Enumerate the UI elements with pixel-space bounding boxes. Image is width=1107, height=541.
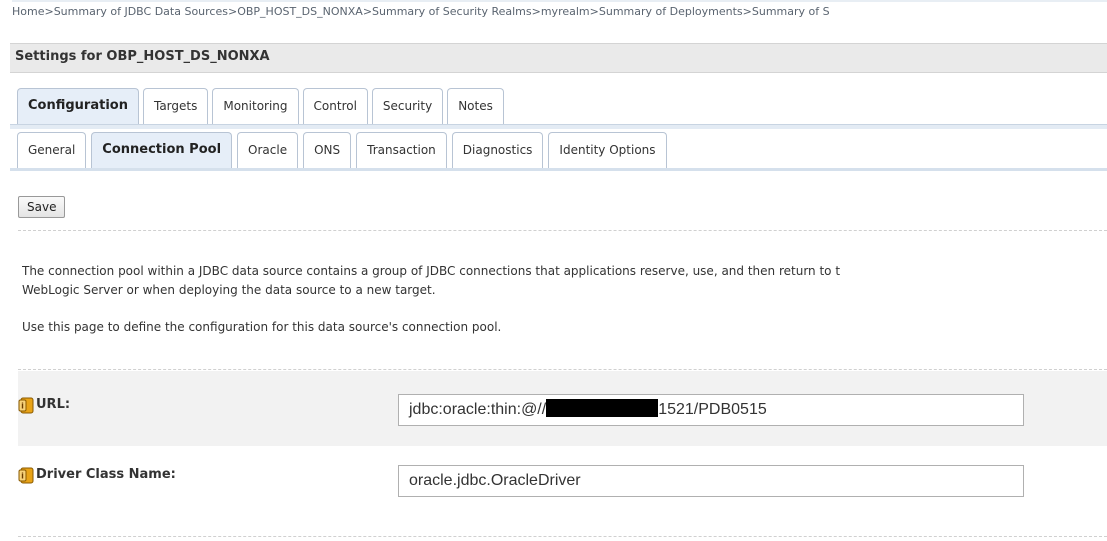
breadcrumb-separator: > (44, 5, 54, 18)
driver-class-field[interactable]: oracle.jdbc.OracleDriver (398, 465, 1024, 497)
breadcrumb-separator: > (227, 5, 238, 18)
subtab-oracle[interactable]: Oracle (237, 132, 299, 168)
breadcrumb-home[interactable]: Home (12, 5, 44, 18)
tab-security[interactable]: Security (371, 88, 444, 124)
breadcrumb-separator: > (362, 5, 373, 18)
tab-monitoring[interactable]: Monitoring (212, 88, 299, 124)
breadcrumb-deployments[interactable]: Summary of Deployments (599, 5, 743, 18)
tab-configuration[interactable]: Configuration (17, 88, 139, 124)
redacted-host (546, 399, 659, 417)
subtab-connection-pool[interactable]: Connection Pool (91, 132, 233, 168)
divider (18, 369, 1107, 370)
subtab-general[interactable]: General (17, 132, 87, 168)
url-label: URL: (36, 397, 71, 412)
breadcrumb-separator: > (589, 5, 599, 18)
help-icon[interactable]: i (18, 466, 36, 484)
breadcrumb-myrealm[interactable]: myrealm (541, 5, 590, 18)
breadcrumb-truncated[interactable]: Summary of S (752, 5, 830, 18)
breadcrumb-security-realms[interactable]: Summary of Security Realms (372, 5, 532, 18)
breadcrumb-jdbc-summary[interactable]: Summary of JDBC Data Sources (54, 5, 228, 18)
breadcrumb-separator: > (742, 5, 752, 18)
tab-notes[interactable]: Notes (447, 88, 504, 124)
divider (18, 230, 1107, 231)
svg-text:i: i (21, 402, 24, 411)
url-value-suffix: 1521/PDB0515 (658, 401, 767, 418)
subtab-transaction[interactable]: Transaction (356, 132, 447, 168)
url-value-prefix: jdbc:oracle:thin:@// (409, 401, 547, 418)
page-title: Settings for OBP_HOST_DS_NONXA (15, 49, 270, 64)
url-field[interactable]: jdbc:oracle:thin:@// 1521/PDB0515 (398, 394, 1024, 426)
svg-text:i: i (21, 472, 24, 481)
sub-tabs-underline (10, 168, 1107, 171)
save-button[interactable]: Save (18, 196, 66, 218)
tab-control[interactable]: Control (302, 88, 368, 124)
main-tabs: Configuration Targets Monitoring Control… (17, 88, 504, 124)
tab-targets[interactable]: Targets (142, 88, 209, 124)
subtab-ons[interactable]: ONS (303, 132, 352, 168)
main-tabs-underline (10, 124, 1107, 129)
description-line-2: WebLogic Server or when deploying the da… (22, 283, 436, 297)
sub-tabs: General Connection Pool Oracle ONS Trans… (17, 132, 667, 168)
subtab-identity-options[interactable]: Identity Options (548, 132, 667, 168)
help-icon[interactable]: i (18, 396, 36, 414)
breadcrumb-datasource[interactable]: OBP_HOST_DS_NONXA (237, 5, 363, 18)
driver-class-label: Driver Class Name: (36, 467, 176, 482)
description-line-3: Use this page to define the configuratio… (22, 320, 502, 334)
subtab-diagnostics[interactable]: Diagnostics (451, 132, 544, 168)
divider (18, 536, 1107, 537)
breadcrumb: Home>Summary of JDBC Data Sources>OBP_HO… (12, 0, 1107, 24)
breadcrumb-separator: > (531, 5, 541, 18)
description-line-1: The connection pool within a JDBC data s… (22, 264, 841, 278)
settings-header: Settings for OBP_HOST_DS_NONXA (10, 43, 1107, 73)
